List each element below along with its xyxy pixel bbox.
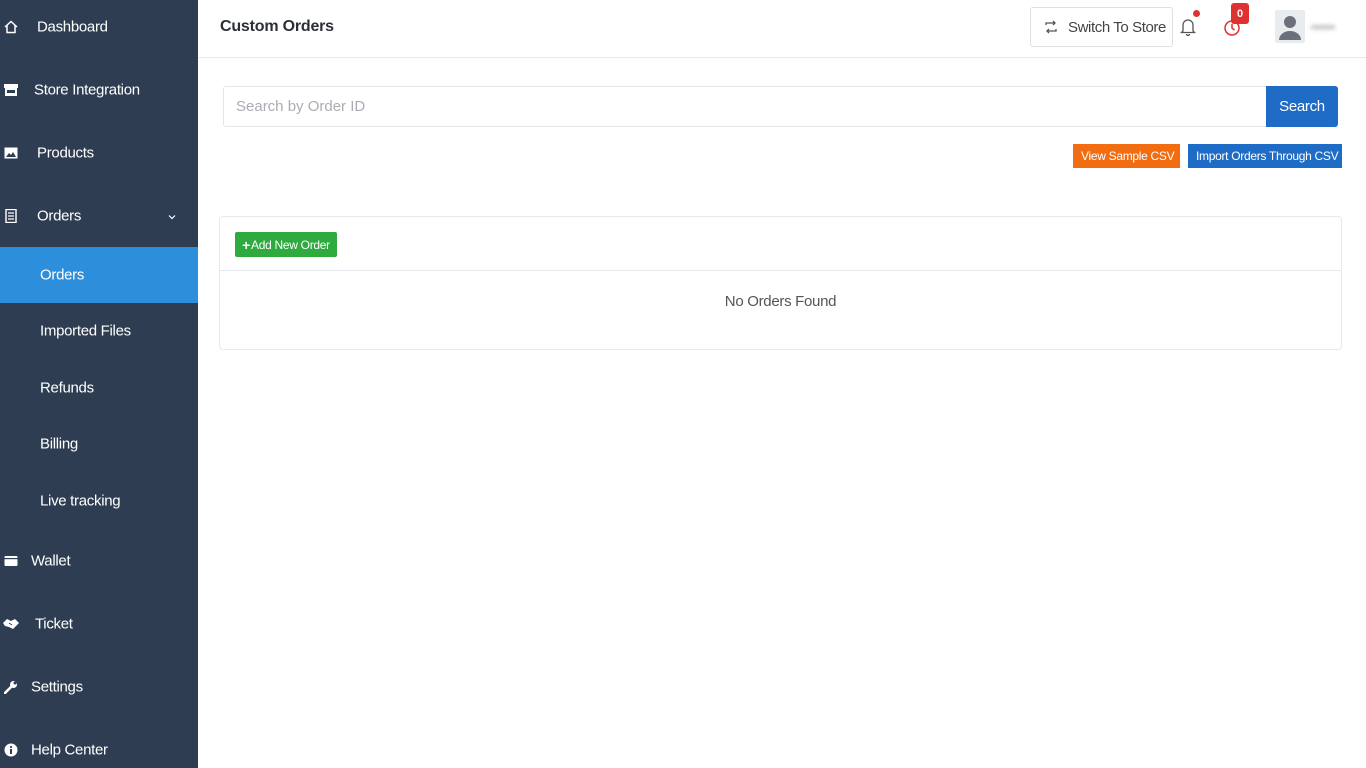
sidebar-item-label: Wallet	[31, 552, 71, 570]
sidebar-subitem-label: Refunds	[40, 379, 94, 397]
image-icon	[3, 145, 19, 161]
switch-to-store-button[interactable]: Switch To Store	[1030, 7, 1173, 47]
switch-to-store-label: Switch To Store	[1068, 19, 1166, 36]
plus-icon: +	[242, 236, 251, 253]
sidebar-subitem-live-tracking[interactable]: Live tracking	[0, 473, 198, 529]
add-new-order-button[interactable]: + Add New Order	[235, 232, 337, 257]
info-icon	[3, 742, 19, 758]
sidebar-item-label: Settings	[31, 678, 83, 696]
sidebar-subitem-imported-files[interactable]: Imported Files	[0, 303, 198, 359]
sidebar-item-label: Dashboard	[37, 18, 108, 36]
sidebar-subitem-refunds[interactable]: Refunds	[0, 360, 198, 416]
orders-card: + Add New Order No Orders Found	[219, 216, 1342, 350]
sidebar-item-help-center[interactable]: Help Center	[0, 725, 198, 768]
view-sample-csv-button[interactable]: View Sample CSV	[1073, 144, 1180, 168]
sidebar-item-products[interactable]: Products	[0, 128, 198, 178]
search-button[interactable]: Search	[1266, 86, 1338, 127]
sidebar-item-label: Orders	[37, 207, 82, 225]
import-orders-csv-button[interactable]: Import Orders Through CSV	[1188, 144, 1342, 168]
sidebar-subitem-billing[interactable]: Billing	[0, 416, 198, 472]
home-icon	[3, 19, 19, 35]
sidebar-subitem-orders[interactable]: Orders	[0, 247, 198, 303]
sidebar-item-wallet[interactable]: Wallet	[0, 536, 198, 586]
empty-state-message: No Orders Found	[724, 293, 837, 310]
orders-icon	[3, 208, 19, 224]
page-title: Custom Orders	[220, 18, 334, 35]
chevron-down-icon	[168, 208, 176, 225]
sidebar-item-dashboard[interactable]: Dashboard	[0, 2, 198, 52]
sidebar-item-label: Products	[37, 144, 94, 162]
avatar[interactable]	[1275, 10, 1305, 43]
wallet-icon	[3, 553, 19, 569]
add-new-order-label: Add New Order	[251, 237, 330, 252]
top-bar: Custom Orders Switch To Store 0 ▬▬	[198, 0, 1366, 58]
sidebar-item-label: Ticket	[35, 615, 73, 633]
orders-card-header: + Add New Order	[220, 217, 1341, 271]
sidebar: Dashboard Store Integration Products Ord…	[0, 0, 198, 768]
wrench-icon	[3, 679, 19, 695]
sidebar-subitem-label: Imported Files	[40, 322, 131, 340]
handshake-icon	[3, 616, 19, 632]
sidebar-subitem-label: Orders	[40, 266, 85, 284]
sidebar-item-ticket[interactable]: Ticket	[0, 599, 198, 649]
sidebar-item-label: Store Integration	[34, 81, 140, 99]
sidebar-item-settings[interactable]: Settings	[0, 662, 198, 712]
sidebar-item-label: Help Center	[31, 741, 108, 759]
user-name-blurred[interactable]: ▬▬	[1311, 18, 1343, 32]
bell-icon[interactable]	[1179, 17, 1197, 37]
sidebar-item-store-integration[interactable]: Store Integration	[0, 65, 198, 115]
timer-badge: 0	[1231, 3, 1249, 24]
swap-icon	[1043, 19, 1059, 39]
search-input[interactable]	[223, 86, 1266, 127]
sidebar-item-orders[interactable]: Orders	[0, 191, 198, 241]
sidebar-subitem-label: Live tracking	[40, 492, 121, 510]
store-icon	[3, 82, 19, 98]
sidebar-subitem-label: Billing	[40, 435, 78, 453]
notification-dot	[1193, 10, 1200, 17]
